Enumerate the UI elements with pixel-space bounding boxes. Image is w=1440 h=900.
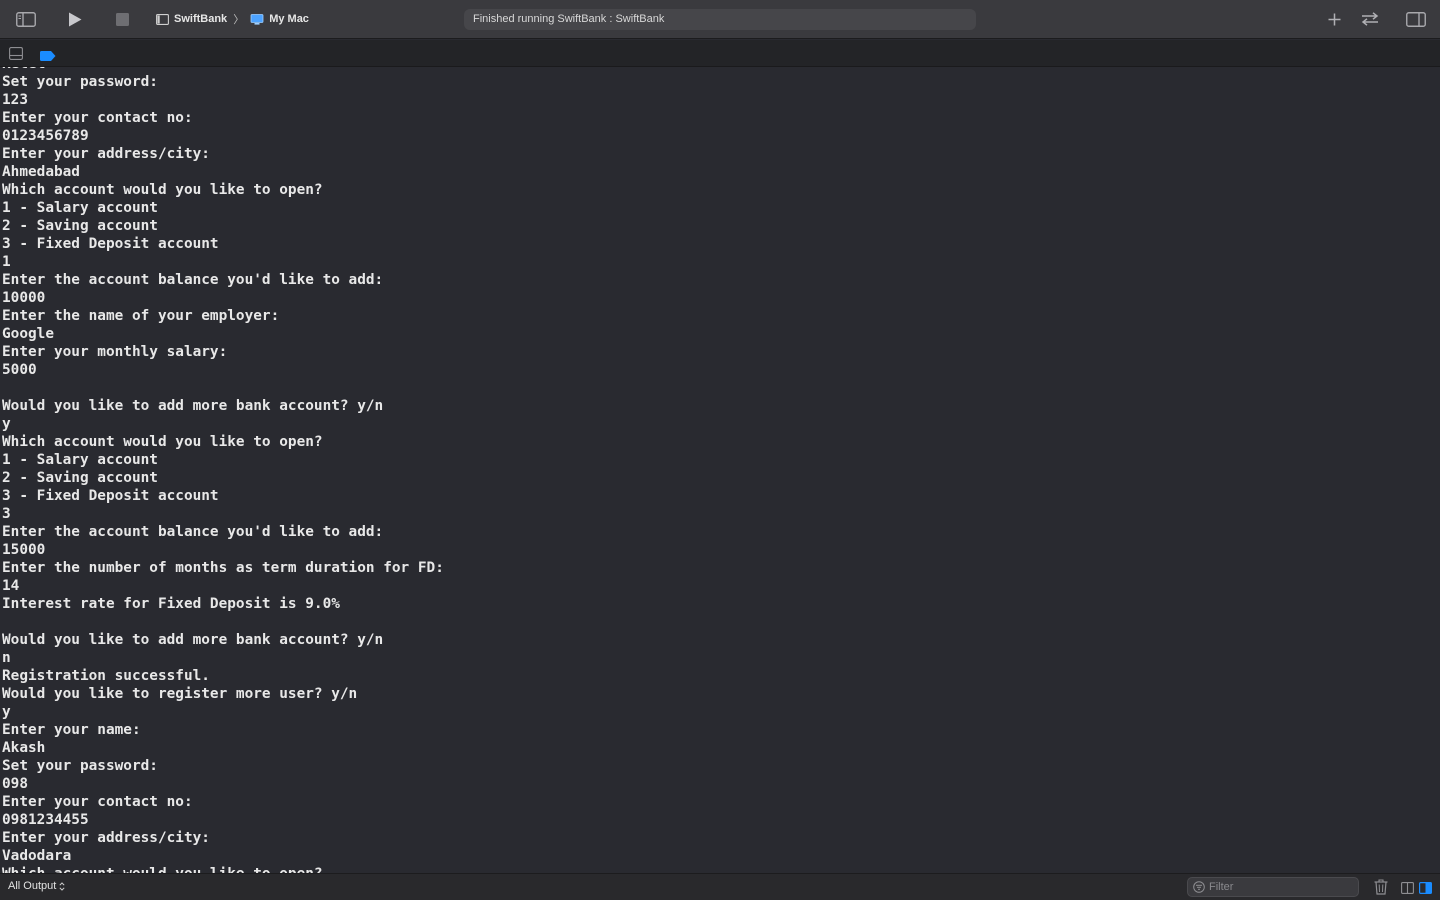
console-line: 2 - Saving account — [2, 218, 158, 234]
console-line: Would you like to register more user? y/… — [2, 686, 358, 702]
console-line: Enter the account balance you'd like to … — [2, 272, 384, 288]
console-line: 1 - Salary account — [2, 200, 158, 216]
console-output-area[interactable]: KetelSet your password:123Enter your con… — [0, 67, 1440, 873]
scheme-destination-label: My Mac — [269, 13, 309, 25]
filter-icon — [1193, 881, 1205, 893]
console-line: Vadodara — [2, 848, 72, 864]
console-line: 5000 — [2, 362, 37, 378]
console-line: Would you like to add more bank account?… — [2, 398, 384, 414]
console-line: 3 - Fixed Deposit account — [2, 236, 219, 252]
filter-input[interactable] — [1209, 881, 1349, 893]
chevron-updown-icon — [59, 881, 65, 891]
console-line: Enter your contact no: — [2, 794, 193, 810]
mac-icon — [250, 13, 264, 25]
trash-icon — [1374, 879, 1388, 895]
console-text: KetelSet your password:123Enter your con… — [2, 67, 444, 873]
console-line: 3 — [2, 506, 11, 522]
console-line: 2 - Saving account — [2, 470, 158, 486]
console-line: y — [2, 704, 11, 720]
console-line: Which account would you like to open? — [2, 434, 323, 450]
scheme-selector[interactable]: SwiftBank 〉 My Mac — [156, 11, 309, 27]
split-left-icon — [1401, 882, 1414, 894]
console-line: 14 — [2, 578, 20, 594]
hide-debug-area-button[interactable] — [9, 47, 23, 60]
app-icon — [156, 13, 169, 25]
sidebar-toggle-button[interactable] — [14, 8, 38, 30]
code-review-button[interactable] — [1358, 8, 1382, 30]
console-line: Google — [2, 326, 54, 342]
console-line: Registration successful. — [2, 668, 210, 684]
split-right-icon — [1419, 882, 1433, 895]
console-line: 1 - Salary account — [2, 452, 158, 468]
window-toolbar: SwiftBank 〉 My Mac Finished running Swif… — [0, 0, 1440, 39]
console-line: Enter your address/city: — [2, 146, 210, 162]
console-line: Which account would you like to open? — [2, 865, 444, 873]
console-line: Enter the account balance you'd like to … — [2, 524, 384, 540]
clear-console-button[interactable] — [1374, 879, 1388, 895]
scheme-target-label: SwiftBank — [174, 13, 228, 25]
console-line: 10000 — [2, 290, 46, 306]
console-filter-bar: All Output — [0, 873, 1440, 900]
activity-status-text: Finished running SwiftBank : SwiftBank — [473, 13, 665, 25]
breakpoint-icon — [40, 51, 56, 61]
console-line: Enter your address/city: — [2, 830, 210, 846]
show-console-view-button[interactable] — [1419, 881, 1433, 895]
sidebar-toggle-icon — [16, 11, 36, 27]
play-icon — [69, 12, 82, 26]
console-line: n — [2, 650, 11, 666]
console-line: y — [2, 416, 11, 432]
output-selector-label: All Output — [8, 880, 57, 892]
output-selector[interactable]: All Output — [8, 880, 65, 892]
stop-button[interactable] — [110, 8, 134, 30]
console-line: Enter your contact no: — [2, 110, 193, 126]
console-line: Interest rate for Fixed Deposit is 9.0% — [2, 596, 340, 612]
library-add-button[interactable] — [1322, 8, 1346, 30]
inspector-toggle-icon — [1406, 11, 1426, 27]
filter-field[interactable] — [1187, 877, 1359, 897]
run-button[interactable] — [63, 8, 87, 30]
console-line: 123 — [2, 92, 28, 108]
console-line: Set your password: — [2, 74, 158, 90]
console-line: Akash — [2, 740, 46, 756]
console-line: 098 — [2, 776, 28, 792]
hide-debug-area-icon — [9, 47, 23, 60]
plus-icon — [1328, 13, 1340, 25]
console-line: Would you like to add more bank account?… — [2, 632, 384, 648]
console-line: 1 — [2, 254, 11, 270]
activity-viewer: Finished running SwiftBank : SwiftBank — [464, 9, 976, 30]
console-line: 0981234455 — [2, 812, 89, 828]
console-line: 3 - Fixed Deposit account — [2, 488, 219, 504]
console-line: Enter the number of months as term durat… — [2, 560, 444, 576]
console-line: 0123456789 — [2, 128, 89, 144]
console-line: Enter your monthly salary: — [2, 344, 228, 360]
inspector-toggle-button[interactable] — [1404, 8, 1428, 30]
swap-arrows-icon — [1361, 12, 1379, 26]
debug-bar — [0, 40, 1440, 67]
console-line: 15000 — [2, 542, 46, 558]
breakpoints-toggle-button[interactable] — [40, 48, 56, 61]
stop-icon — [115, 12, 129, 26]
console-line: Which account would you like to open? — [2, 182, 323, 198]
scheme-separator: 〉 — [233, 14, 245, 26]
show-variables-view-button[interactable] — [1401, 881, 1414, 894]
console-line: Enter the name of your employer: — [2, 308, 280, 324]
console-line: Set your password: — [2, 758, 158, 774]
console-line: Ahmedabad — [2, 164, 80, 180]
console-line: Enter your name: — [2, 722, 141, 738]
